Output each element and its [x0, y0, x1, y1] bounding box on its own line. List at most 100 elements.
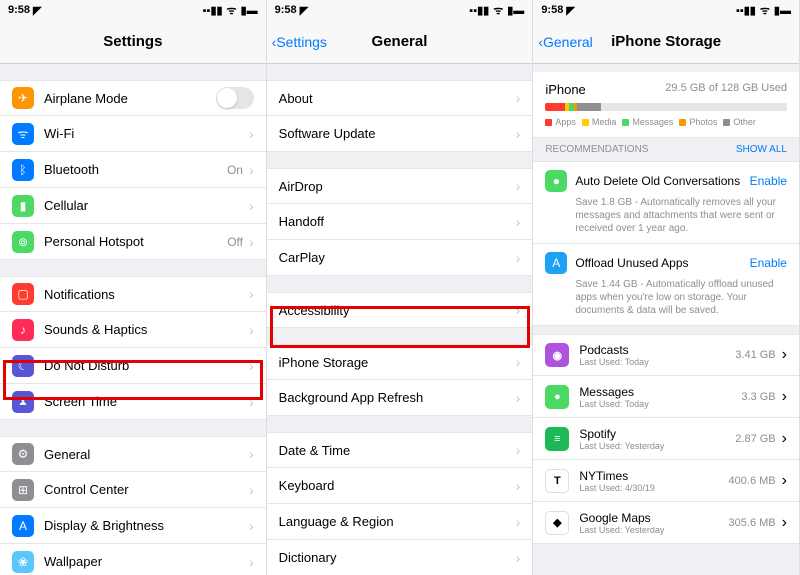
row-label: Language & Region	[279, 514, 516, 529]
row-label: Control Center	[44, 482, 249, 497]
rec-description: Save 1.44 GB - Automatically offload unu…	[575, 278, 787, 317]
storage-bar	[545, 103, 787, 111]
row-label: Display & Brightness	[44, 518, 249, 533]
wallpaper-icon: ❀	[12, 551, 34, 573]
iphone-storage-screen: 9:58◤ ▪▪▮▮ᯤ▮▬ ‹General iPhone Storage iP…	[533, 0, 800, 575]
dnd-icon: ☾	[12, 355, 34, 377]
page-title: General	[372, 33, 428, 50]
rec-title: Auto Delete Old Conversations	[575, 174, 741, 188]
settings-row-notifications[interactable]: ▢Notifications›	[0, 276, 266, 312]
spotify-icon: ≡	[545, 427, 569, 451]
settings-row-carplay[interactable]: CarPlay›	[267, 240, 533, 276]
recommendation-row: ●Auto Delete Old ConversationsEnableSave…	[533, 161, 799, 244]
settings-row-background-app-refresh[interactable]: Background App Refresh›	[267, 380, 533, 416]
row-label: Background App Refresh	[279, 390, 516, 405]
status-bar: 9:58◤ ▪▪▮▮ᯤ▮▬	[533, 0, 799, 20]
settings-row-keyboard[interactable]: Keyboard›	[267, 468, 533, 504]
chevron-right-icon: ›	[516, 90, 521, 106]
storage-used: 29.5 GB of 128 GB Used	[665, 82, 787, 97]
settings-row-general[interactable]: ⚙General›	[0, 436, 266, 472]
row-label: iPhone Storage	[279, 355, 516, 370]
chevron-right-icon: ›	[249, 286, 254, 302]
settings-row-software-update[interactable]: Software Update›	[267, 116, 533, 152]
chevron-right-icon: ›	[249, 198, 254, 214]
settings-row-wallpaper[interactable]: ❀ Wallpaper›	[0, 544, 266, 575]
app-row-messages[interactable]: ●MessagesLast Used: Today3.3 GB›	[533, 376, 799, 418]
row-label: Airplane Mode	[44, 91, 216, 106]
row-label: Personal Hotspot	[44, 234, 227, 249]
location-icon: ◤	[33, 4, 41, 17]
messages-icon: ●	[545, 385, 569, 409]
settings-row-personal-hotspot[interactable]: ⊚Personal HotspotOff›	[0, 224, 266, 260]
app-row-podcasts[interactable]: ◉PodcastsLast Used: Today3.41 GB›	[533, 334, 799, 376]
settings-row-screen-time[interactable]: ⧗Screen Time›	[0, 384, 266, 420]
app-last-used: Last Used: 4/30/19	[579, 483, 728, 493]
settings-row-bluetooth[interactable]: ᛒBluetoothOn›	[0, 152, 266, 188]
settings-row-wi-fi[interactable]: ᯤWi-Fi›	[0, 116, 266, 152]
back-button[interactable]: ‹General	[533, 34, 592, 50]
page-title: iPhone Storage	[611, 33, 721, 50]
app-row-google-maps[interactable]: ◆Google MapsLast Used: Yesterday305.6 MB…	[533, 502, 799, 544]
general-icon: ⚙	[12, 443, 34, 465]
row-label: Keyboard	[279, 478, 516, 493]
settings-row-airdrop[interactable]: AirDrop›	[267, 168, 533, 204]
settings-row-sounds-haptics[interactable]: ♪Sounds & Haptics›	[0, 312, 266, 348]
chevron-right-icon: ›	[782, 346, 787, 364]
row-label: AirDrop	[279, 179, 516, 194]
chevron-right-icon: ›	[249, 162, 254, 178]
chevron-right-icon: ›	[516, 442, 521, 458]
nytimes-icon: T	[545, 469, 569, 493]
settings-row-accessibility[interactable]: Accessibility›	[267, 292, 533, 328]
chevron-right-icon: ›	[516, 550, 521, 566]
row-label: Software Update	[279, 126, 516, 141]
settings-row-iphone-storage[interactable]: iPhone Storage›	[267, 344, 533, 380]
toggle-switch[interactable]	[216, 87, 254, 109]
back-button[interactable]: ‹Settings	[267, 34, 327, 50]
chevron-right-icon: ›	[516, 354, 521, 370]
settings-row-cellular[interactable]: ▮ Cellular›	[0, 188, 266, 224]
app-name: Messages	[579, 385, 741, 399]
enable-button[interactable]: Enable	[750, 174, 787, 188]
row-label: Dictionary	[279, 550, 516, 565]
app-name: Podcasts	[579, 343, 735, 357]
settings-row-control-center[interactable]: ⊞Control Center›	[0, 472, 266, 508]
row-label: Screen Time	[44, 394, 249, 409]
legend-messages: Messages	[622, 117, 673, 127]
app-last-used: Last Used: Yesterday	[579, 441, 735, 451]
app-row-nytimes[interactable]: TNYTimesLast Used: 4/30/19400.6 MB›	[533, 460, 799, 502]
airplane-icon: ✈	[12, 87, 34, 109]
storage-summary: iPhone 29.5 GB of 128 GB Used AppsMediaMes…	[533, 72, 799, 138]
row-label: About	[279, 91, 516, 106]
device-name: iPhone	[545, 82, 585, 97]
settings-row-handoff[interactable]: Handoff›	[267, 204, 533, 240]
app-row-spotify[interactable]: ≡SpotifyLast Used: Yesterday2.87 GB›	[533, 418, 799, 460]
wifi-icon: ᯤ	[12, 123, 34, 145]
settings-row-airplane-mode[interactable]: ✈ Airplane Mode	[0, 80, 266, 116]
chevron-right-icon: ›	[516, 390, 521, 406]
row-label: Wallpaper	[44, 554, 249, 569]
enable-button[interactable]: Enable	[750, 256, 787, 270]
row-label: Cellular	[44, 198, 249, 213]
chevron-right-icon: ›	[249, 358, 254, 374]
settings-row-about[interactable]: About›	[267, 80, 533, 116]
settings-row-language-region[interactable]: Language & Region›	[267, 504, 533, 540]
row-label: Handoff	[279, 214, 516, 229]
row-label: Date & Time	[279, 443, 516, 458]
chevron-right-icon: ›	[516, 214, 521, 230]
settings-row-dictionary[interactable]: Dictionary›	[267, 540, 533, 575]
cellular-icon: ▮	[12, 195, 34, 217]
chevron-right-icon: ›	[249, 126, 254, 142]
settings-row-display-brightness[interactable]: ADisplay & Brightness›	[0, 508, 266, 544]
settings-row-date-time[interactable]: Date & Time›	[267, 432, 533, 468]
appstore-icon: A	[545, 252, 567, 274]
storage-legend: AppsMediaMessagesPhotosOther	[545, 117, 787, 127]
wifi-status-icon: ᯤ	[227, 3, 237, 18]
general-screen: 9:58◤ ▪▪▮▮ᯤ▮▬ ‹Settings General About›So…	[267, 0, 534, 575]
chevron-right-icon: ›	[516, 302, 521, 318]
chevron-right-icon: ›	[516, 514, 521, 530]
chevron-right-icon: ›	[249, 554, 254, 570]
status-bar: 9:58◤ ▪▪▮▮ᯤ▮▬	[267, 0, 533, 20]
settings-row-do-not-disturb[interactable]: ☾Do Not Disturb›	[0, 348, 266, 384]
show-all-link[interactable]: SHOW ALL	[736, 144, 787, 155]
chevron-right-icon: ›	[782, 472, 787, 490]
